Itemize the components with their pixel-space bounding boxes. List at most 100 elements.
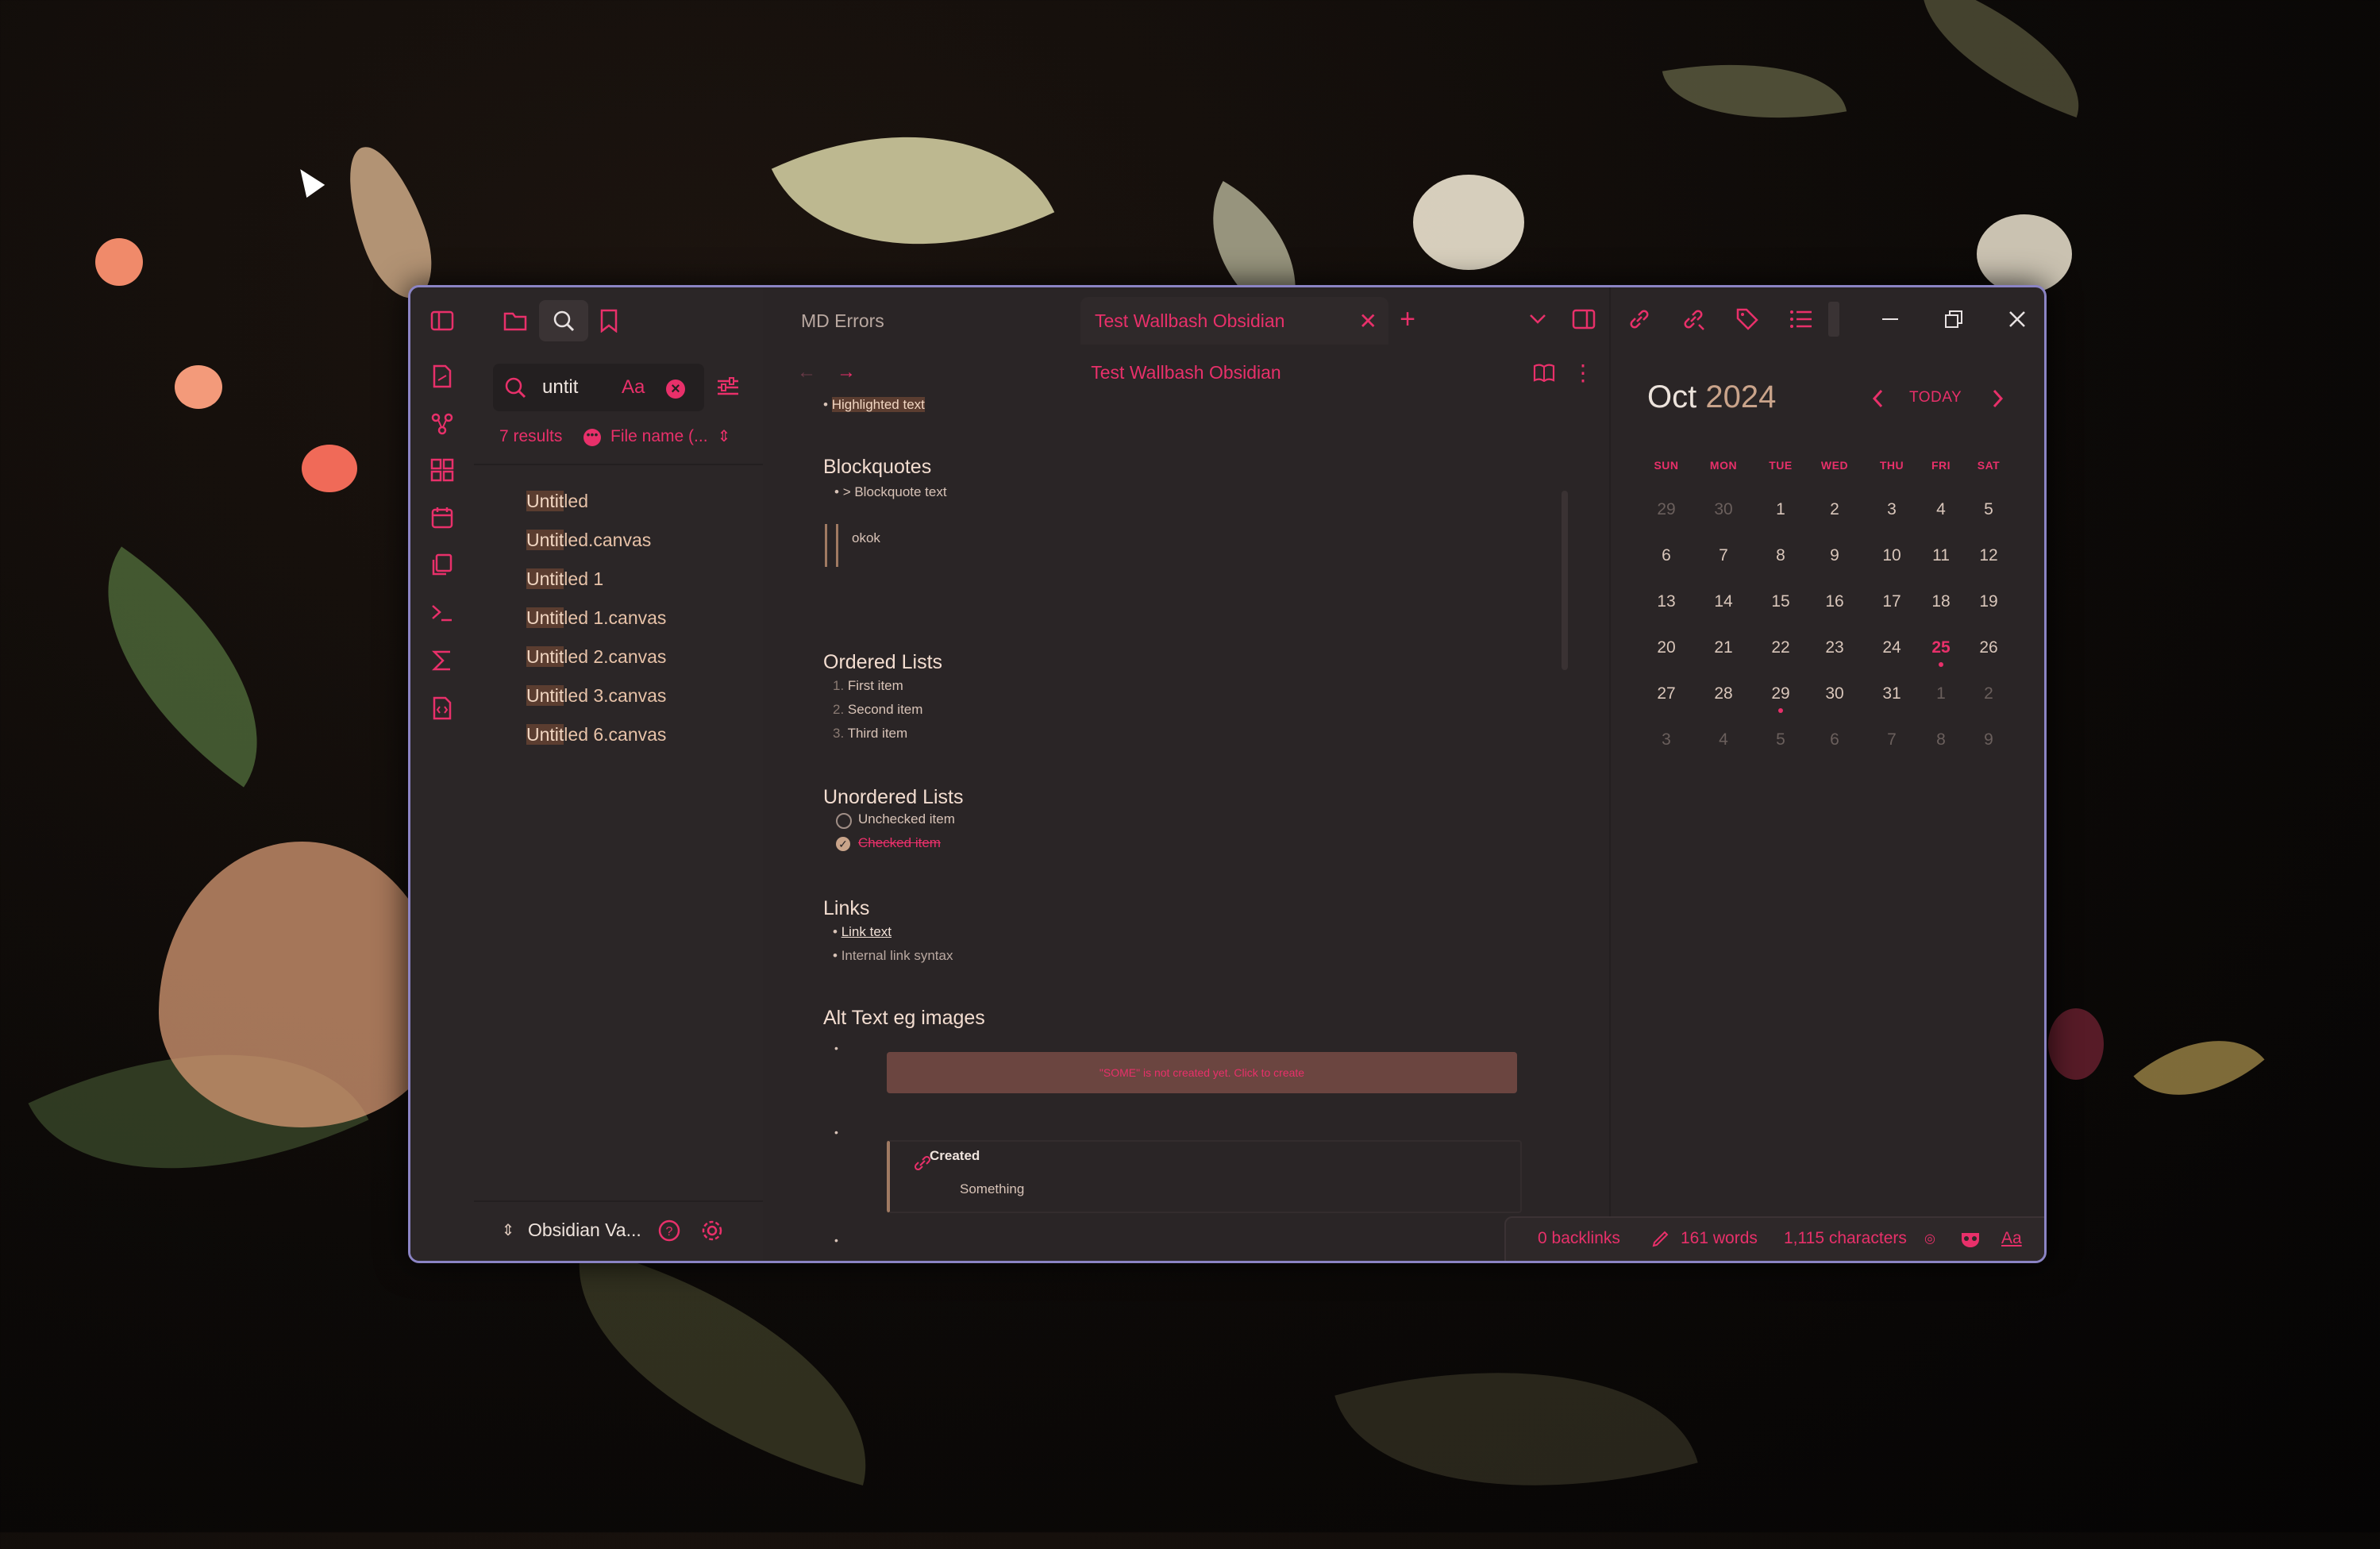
today-button[interactable]: TODAY bbox=[1909, 389, 1962, 407]
calendar-day[interactable]: 3 bbox=[1873, 500, 1911, 519]
calendar-day[interactable]: 3 bbox=[1647, 730, 1685, 749]
result-item[interactable]: Untitled 1.canvas bbox=[526, 607, 666, 629]
sidebar-toggle-icon[interactable] bbox=[426, 305, 458, 337]
code-file-icon[interactable] bbox=[426, 692, 458, 724]
list-icon[interactable] bbox=[1785, 303, 1817, 335]
restore-icon[interactable] bbox=[1938, 303, 1970, 335]
calendar-day[interactable]: 7 bbox=[1873, 730, 1911, 749]
calendar-day[interactable]: 2 bbox=[1816, 500, 1854, 519]
calendar-day[interactable]: 13 bbox=[1647, 592, 1685, 611]
vault-switcher-icon[interactable]: ⇕ bbox=[498, 1218, 518, 1242]
result-item[interactable]: Untitled 3.canvas bbox=[526, 685, 666, 707]
calendar-day[interactable]: 11 bbox=[1922, 546, 1960, 565]
calendar-day[interactable]: 21 bbox=[1704, 638, 1743, 657]
calendar-day[interactable]: 27 bbox=[1647, 684, 1685, 703]
calendar-day[interactable]: 25 bbox=[1922, 638, 1960, 657]
split-icon[interactable] bbox=[1568, 303, 1600, 335]
calendar-day[interactable]: 9 bbox=[1816, 546, 1854, 565]
sort-dropdown[interactable]: File name (... bbox=[610, 427, 708, 446]
search-input[interactable]: untit Aa × bbox=[493, 364, 704, 411]
tag-icon[interactable] bbox=[1731, 303, 1763, 335]
calendar-day[interactable]: 9 bbox=[1970, 730, 2008, 749]
next-month-icon[interactable] bbox=[1985, 384, 2011, 413]
calendar-day[interactable]: 15 bbox=[1762, 592, 1800, 611]
pencil-icon[interactable] bbox=[1649, 1226, 1673, 1251]
result-item[interactable]: Untitled.canvas bbox=[526, 530, 651, 551]
search-query[interactable]: untit bbox=[542, 376, 578, 399]
plus-icon[interactable]: + bbox=[1392, 303, 1423, 335]
gear-icon[interactable] bbox=[698, 1216, 726, 1245]
link-text[interactable]: Link text bbox=[841, 924, 892, 939]
calendar-day[interactable]: 7 bbox=[1704, 546, 1743, 565]
calendar-icon[interactable] bbox=[426, 502, 458, 534]
calendar-day[interactable]: 30 bbox=[1704, 500, 1743, 519]
note-title[interactable]: Test Wallbash Obsidian bbox=[763, 362, 1609, 383]
results-more-icon[interactable]: ••• bbox=[583, 429, 601, 446]
drag-region[interactable] bbox=[1828, 302, 1839, 337]
terminal-icon[interactable] bbox=[426, 597, 458, 629]
calendar-day[interactable]: 5 bbox=[1762, 730, 1800, 749]
calendar-day[interactable]: 1 bbox=[1922, 684, 1960, 703]
calendar-day[interactable]: 6 bbox=[1816, 730, 1854, 749]
calendar-day[interactable]: 4 bbox=[1922, 500, 1960, 519]
link-icon[interactable] bbox=[1623, 303, 1655, 335]
calendar-day[interactable]: 20 bbox=[1647, 638, 1685, 657]
calendar-day[interactable]: 22 bbox=[1762, 638, 1800, 657]
calendar-day[interactable]: 4 bbox=[1704, 730, 1743, 749]
calendar-day[interactable]: 28 bbox=[1704, 684, 1743, 703]
calendar-day[interactable]: 31 bbox=[1873, 684, 1911, 703]
chevron-down-icon[interactable] bbox=[1522, 303, 1554, 335]
result-item[interactable]: Untitled bbox=[526, 491, 588, 512]
calendar-day[interactable]: 23 bbox=[1816, 638, 1854, 657]
checkbox-unchecked[interactable] bbox=[836, 813, 852, 829]
sync-icon[interactable]: ◎ bbox=[1922, 1227, 1938, 1250]
calendar-day[interactable]: 5 bbox=[1970, 500, 2008, 519]
calendar-day[interactable]: 17 bbox=[1873, 592, 1911, 611]
bookmark-icon[interactable] bbox=[593, 305, 625, 337]
checkbox-checked[interactable]: ✓ bbox=[836, 837, 850, 851]
search-settings-icon[interactable] bbox=[712, 372, 744, 403]
minimize-icon[interactable] bbox=[1874, 303, 1906, 335]
tab-test-wallbash[interactable]: Test Wallbash Obsidian ✕ bbox=[1080, 297, 1388, 345]
calendar-day[interactable]: 16 bbox=[1816, 592, 1854, 611]
result-item[interactable]: Untitled 2.canvas bbox=[526, 646, 666, 668]
calendar-day[interactable]: 29 bbox=[1762, 684, 1800, 703]
calendar-day[interactable]: 30 bbox=[1816, 684, 1854, 703]
copy-icon[interactable] bbox=[426, 549, 458, 581]
more-icon[interactable]: ⋮ bbox=[1571, 359, 1595, 386]
font-toggle[interactable]: Aa bbox=[2001, 1229, 2022, 1248]
result-item[interactable]: Untitled 1 bbox=[526, 568, 603, 590]
graph-icon[interactable] bbox=[426, 408, 458, 440]
book-icon[interactable] bbox=[1530, 359, 1558, 386]
grid-icon[interactable] bbox=[426, 454, 458, 486]
result-item[interactable]: Untitled 6.canvas bbox=[526, 724, 666, 746]
mask-icon[interactable] bbox=[1957, 1226, 1984, 1253]
calendar-day[interactable]: 19 bbox=[1970, 592, 2008, 611]
calendar-day[interactable]: 14 bbox=[1704, 592, 1743, 611]
search-icon[interactable] bbox=[539, 300, 588, 341]
calendar-day[interactable]: 2 bbox=[1970, 684, 2008, 703]
editor-scrollbar[interactable] bbox=[1562, 491, 1568, 670]
prev-month-icon[interactable] bbox=[1865, 384, 1890, 413]
calendar-day[interactable]: 12 bbox=[1970, 546, 2008, 565]
calendar-day[interactable]: 29 bbox=[1647, 500, 1685, 519]
sigma-icon[interactable] bbox=[426, 645, 458, 676]
help-icon[interactable]: ? bbox=[655, 1216, 684, 1245]
calendar-day[interactable]: 8 bbox=[1762, 546, 1800, 565]
backlinks-count[interactable]: 0 backlinks bbox=[1538, 1229, 1620, 1248]
calendar-day[interactable]: 10 bbox=[1873, 546, 1911, 565]
outgoing-link-icon[interactable] bbox=[1677, 303, 1709, 335]
sort-chevron-icon[interactable]: ⇕ bbox=[714, 424, 734, 448]
vault-name[interactable]: Obsidian Va... bbox=[528, 1220, 641, 1241]
calendar-day[interactable]: 6 bbox=[1647, 546, 1685, 565]
folder-icon[interactable] bbox=[499, 305, 531, 337]
file-icon[interactable] bbox=[426, 360, 458, 392]
close-icon[interactable] bbox=[2001, 303, 2033, 335]
tab-md-errors[interactable]: MD Errors bbox=[782, 297, 1063, 345]
calendar-day[interactable]: 18 bbox=[1922, 592, 1960, 611]
clear-search-icon[interactable]: × bbox=[666, 380, 685, 399]
not-created-embed[interactable]: "SOME" is not created yet. Click to crea… bbox=[887, 1052, 1517, 1093]
calendar-day[interactable]: 1 bbox=[1762, 500, 1800, 519]
calendar-day[interactable]: 24 bbox=[1873, 638, 1911, 657]
match-case-button[interactable]: Aa bbox=[622, 376, 645, 399]
